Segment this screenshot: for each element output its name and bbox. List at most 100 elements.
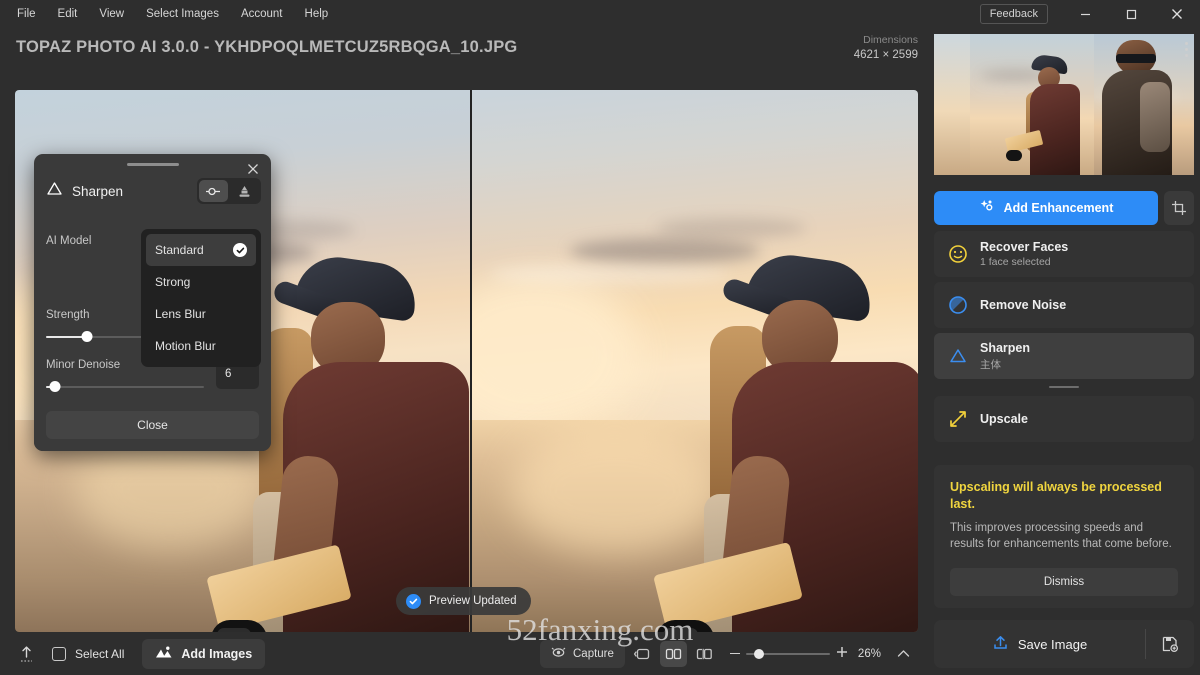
enhancement-title: Upscale	[980, 412, 1028, 426]
dimensions-label: Dimensions	[863, 34, 918, 46]
add-enhancement-button[interactable]: Add Enhancement	[934, 191, 1158, 225]
bottom-toolbar: Select All Add Images Capture 26%	[0, 632, 928, 675]
view-tools: Capture 26%	[540, 632, 916, 675]
enhancement-upscale[interactable]: Upscale	[934, 396, 1194, 442]
menu-file[interactable]: File	[6, 4, 47, 24]
save-preset-icon[interactable]	[1146, 635, 1194, 653]
image-dimensions: Dimensions 4621 × 2599	[854, 34, 918, 61]
page-title: TOPAZ PHOTO AI 3.0.0 - YKHDPOQLMETCUZ5RB…	[16, 38, 518, 56]
more-vertical-icon[interactable]	[1185, 42, 1188, 57]
zoom-slider[interactable]	[745, 648, 830, 660]
checkbox-box[interactable]	[52, 646, 66, 661]
brush-mask-icon[interactable]	[230, 180, 259, 202]
ai-model-option-strong[interactable]: Strong	[146, 266, 256, 298]
enhancement-remove-noise[interactable]: Remove Noise	[934, 282, 1194, 328]
menu-bar: File Edit View Select Images Account Hel…	[0, 4, 339, 24]
thumbnail-item[interactable]	[934, 34, 984, 175]
image-pane-enhanced[interactable]	[472, 90, 918, 632]
check-icon	[233, 243, 247, 257]
option-label: Motion Blur	[155, 339, 216, 353]
enhancement-recover-faces[interactable]: Recover Faces 1 face selected	[934, 231, 1194, 277]
enhancement-title: Recover Faces	[980, 240, 1069, 254]
enhancement-list: Recover Faces 1 face selected Remove Noi…	[934, 231, 1194, 447]
notice-heading: Upscaling will always be processed last.	[950, 480, 1162, 511]
panel-close-icon[interactable]	[243, 159, 263, 179]
enhancement-text: Sharpen 主体	[980, 341, 1030, 372]
title-bar: File Edit View Select Images Account Hel…	[0, 0, 1200, 28]
capture-label: Capture	[573, 647, 614, 660]
dimensions-value: 4621 × 2599	[853, 49, 918, 61]
sliders-icon[interactable]	[199, 180, 228, 202]
window-controls: Feedback	[979, 0, 1200, 28]
menu-help[interactable]: Help	[294, 4, 340, 24]
split-view-icon[interactable]	[691, 641, 718, 667]
arrows-expand-icon	[948, 409, 972, 429]
compare-divider[interactable]	[470, 90, 472, 632]
enhancement-title: Remove Noise	[980, 298, 1067, 312]
notice-body: This improves processing speeds and resu…	[950, 521, 1172, 551]
option-label: Strong	[155, 275, 191, 289]
side-by-side-view-icon[interactable]	[659, 640, 687, 667]
menu-account[interactable]: Account	[230, 4, 294, 24]
save-image-button[interactable]: Save Image	[934, 620, 1145, 668]
triangle-sharpen-icon	[46, 180, 63, 202]
minor-denoise-track[interactable]	[46, 380, 204, 394]
enhancement-text: Remove Noise	[980, 298, 1066, 312]
add-enhancement-row: Add Enhancement	[934, 191, 1194, 225]
check-circle-icon	[406, 593, 421, 609]
enhancement-subtitle: 1 face selected	[980, 256, 1051, 268]
minimize-button[interactable]	[1062, 0, 1108, 28]
add-images-button[interactable]: Add Images	[142, 638, 266, 669]
upload-arrow-icon	[992, 634, 1009, 654]
thumbnail-item[interactable]	[1094, 34, 1194, 175]
option-label: Lens Blur	[155, 307, 206, 321]
capture-button[interactable]: Capture	[540, 639, 625, 668]
sharpen-mode-toggle-group	[197, 178, 261, 204]
topaz-photo-ai-window: File Edit View Select Images Account Hel…	[0, 0, 1200, 675]
enhancement-subtitle: 主体	[980, 358, 1001, 371]
menu-view[interactable]: View	[88, 4, 135, 24]
ai-model-option-standard[interactable]: Standard	[146, 234, 256, 266]
thumbnail-filmstrip[interactable]	[934, 34, 1194, 175]
photo-enhanced	[472, 90, 918, 632]
select-all-label: Select All	[75, 646, 125, 661]
upscaling-notice: Upscaling will always be processed last.…	[934, 465, 1194, 609]
minus-icon[interactable]	[729, 652, 740, 655]
ai-model-option-lens-blur[interactable]: Lens Blur	[146, 298, 256, 330]
zoom-control: 26%	[729, 645, 916, 663]
plus-icon[interactable]	[836, 645, 848, 663]
select-all-checkbox[interactable]: Select All	[52, 646, 125, 661]
maximize-button[interactable]	[1108, 0, 1154, 28]
feedback-button[interactable]: Feedback	[979, 4, 1048, 24]
add-images-label: Add Images	[181, 646, 253, 661]
ai-model-option-motion-blur[interactable]: Motion Blur	[146, 330, 256, 362]
menu-select-images[interactable]: Select Images	[135, 4, 230, 24]
triangle-sharpen-icon	[948, 346, 972, 366]
crop-icon[interactable]	[1164, 191, 1194, 225]
menu-edit[interactable]: Edit	[47, 4, 89, 24]
preview-updated-toast: Preview Updated	[396, 587, 531, 615]
zoom-percent: 26%	[857, 647, 881, 660]
single-view-icon[interactable]	[629, 641, 656, 667]
close-panel-button[interactable]: Close	[46, 411, 259, 439]
sparkles-icon	[979, 199, 995, 217]
add-enhancement-label: Add Enhancement	[1003, 201, 1114, 215]
panel-drag-handle[interactable]	[126, 163, 179, 166]
chevron-up-icon[interactable]	[892, 649, 916, 658]
thumbnail-item-active[interactable]	[970, 34, 1094, 175]
sharpen-panel-title: Sharpen	[72, 183, 124, 199]
upload-icon[interactable]	[0, 644, 52, 664]
enhancement-sharpen[interactable]: Sharpen 主体	[934, 333, 1194, 379]
close-button[interactable]	[1154, 0, 1200, 28]
ai-model-dropdown[interactable]: Standard Strong Lens Blur Motion Blur	[141, 229, 261, 367]
dismiss-button[interactable]: Dismiss	[950, 568, 1178, 597]
ai-model-label: AI Model	[46, 235, 92, 247]
enhancement-title: Sharpen	[980, 340, 1031, 355]
save-image-row: Save Image	[934, 620, 1194, 668]
smiley-face-icon	[948, 244, 972, 264]
mountain-image-icon	[155, 645, 172, 662]
capture-eye-icon	[551, 646, 566, 662]
list-drag-handle[interactable]	[1049, 386, 1079, 388]
save-image-label: Save Image	[1017, 636, 1088, 652]
enhancement-text: Recover Faces 1 face selected	[980, 240, 1068, 268]
